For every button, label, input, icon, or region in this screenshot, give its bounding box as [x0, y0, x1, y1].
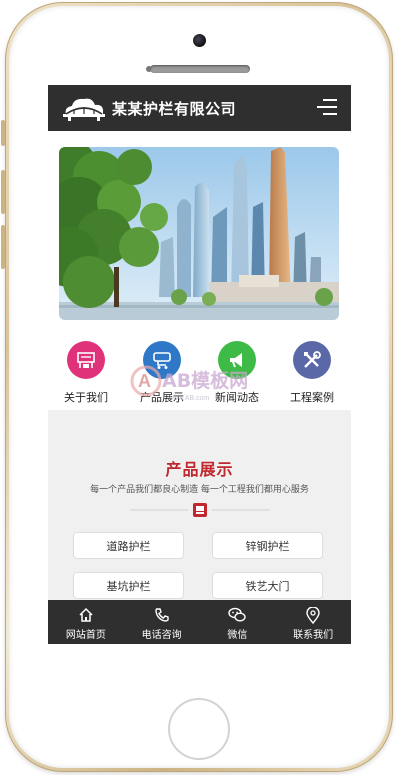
- bottom-nav-contact[interactable]: 联系我们: [275, 600, 351, 644]
- quick-nav-cases[interactable]: 工程案例: [274, 341, 350, 405]
- bottom-nav-label: 微信: [227, 630, 248, 641]
- tools-icon: [293, 341, 331, 379]
- home-button[interactable]: [168, 698, 230, 760]
- products-section: 产品展示 每一个产品我们都良心制造 每一个工程我们都用心服务 道路护栏 锌钢护栏…: [48, 410, 351, 600]
- company-building-icon: [67, 341, 105, 379]
- quick-nav-label: 新闻动态: [215, 391, 259, 404]
- volume-down-button: [1, 225, 5, 269]
- wechat-icon: [200, 605, 276, 625]
- hamburger-menu-icon[interactable]: [317, 99, 337, 117]
- banner-image[interactable]: [59, 147, 339, 320]
- section-divider-icon: [130, 503, 270, 517]
- quick-nav-products[interactable]: 产品展示: [124, 341, 200, 405]
- product-item[interactable]: 铁艺大门: [212, 572, 323, 599]
- home-icon: [48, 605, 124, 625]
- section-title: 产品展示: [165, 460, 234, 479]
- quick-nav-label: 产品展示: [140, 391, 184, 404]
- bottom-nav-wechat[interactable]: 微信: [200, 600, 276, 644]
- location-pin-icon: [275, 605, 351, 625]
- company-name[interactable]: 某某护栏有限公司: [112, 98, 236, 119]
- section-subtitle: 每一个产品我们都良心制造 每一个工程我们都用心服务: [90, 485, 309, 495]
- earpiece-speaker: [150, 65, 250, 73]
- phone-screen: 某某护栏有限公司 关于我们 产品展示 新闻动态 工程案例 A AB模板网 www…: [48, 85, 351, 644]
- phone-icon: [124, 605, 200, 625]
- bridge-cloud-logo-icon[interactable]: [60, 93, 108, 123]
- front-camera: [193, 34, 206, 47]
- bottom-nav-label: 电话咨询: [141, 630, 182, 641]
- top-navigation-bar: 某某护栏有限公司: [48, 85, 351, 131]
- product-item[interactable]: 基坑护栏: [73, 572, 184, 599]
- quick-nav-label: 关于我们: [64, 391, 108, 404]
- bottom-nav-phone[interactable]: 电话咨询: [124, 600, 200, 644]
- volume-up-button: [1, 170, 5, 214]
- quick-nav-news[interactable]: 新闻动态: [199, 341, 275, 405]
- product-item[interactable]: 锌钢护栏: [212, 532, 323, 559]
- product-cart-icon: [143, 341, 181, 379]
- bottom-nav-label: 网站首页: [65, 630, 106, 641]
- quick-nav-label: 工程案例: [290, 391, 334, 404]
- quick-nav-about-us[interactable]: 关于我们: [48, 341, 124, 405]
- mute-switch: [1, 120, 5, 146]
- bottom-nav-home[interactable]: 网站首页: [48, 600, 124, 644]
- quick-nav: 关于我们 产品展示 新闻动态 工程案例: [48, 341, 351, 421]
- megaphone-icon: [218, 341, 256, 379]
- product-item[interactable]: 道路护栏: [73, 532, 184, 559]
- bottom-nav-label: 联系我们: [293, 630, 334, 641]
- bottom-navigation-bar: 网站首页 电话咨询 微信 联系我们: [48, 600, 351, 644]
